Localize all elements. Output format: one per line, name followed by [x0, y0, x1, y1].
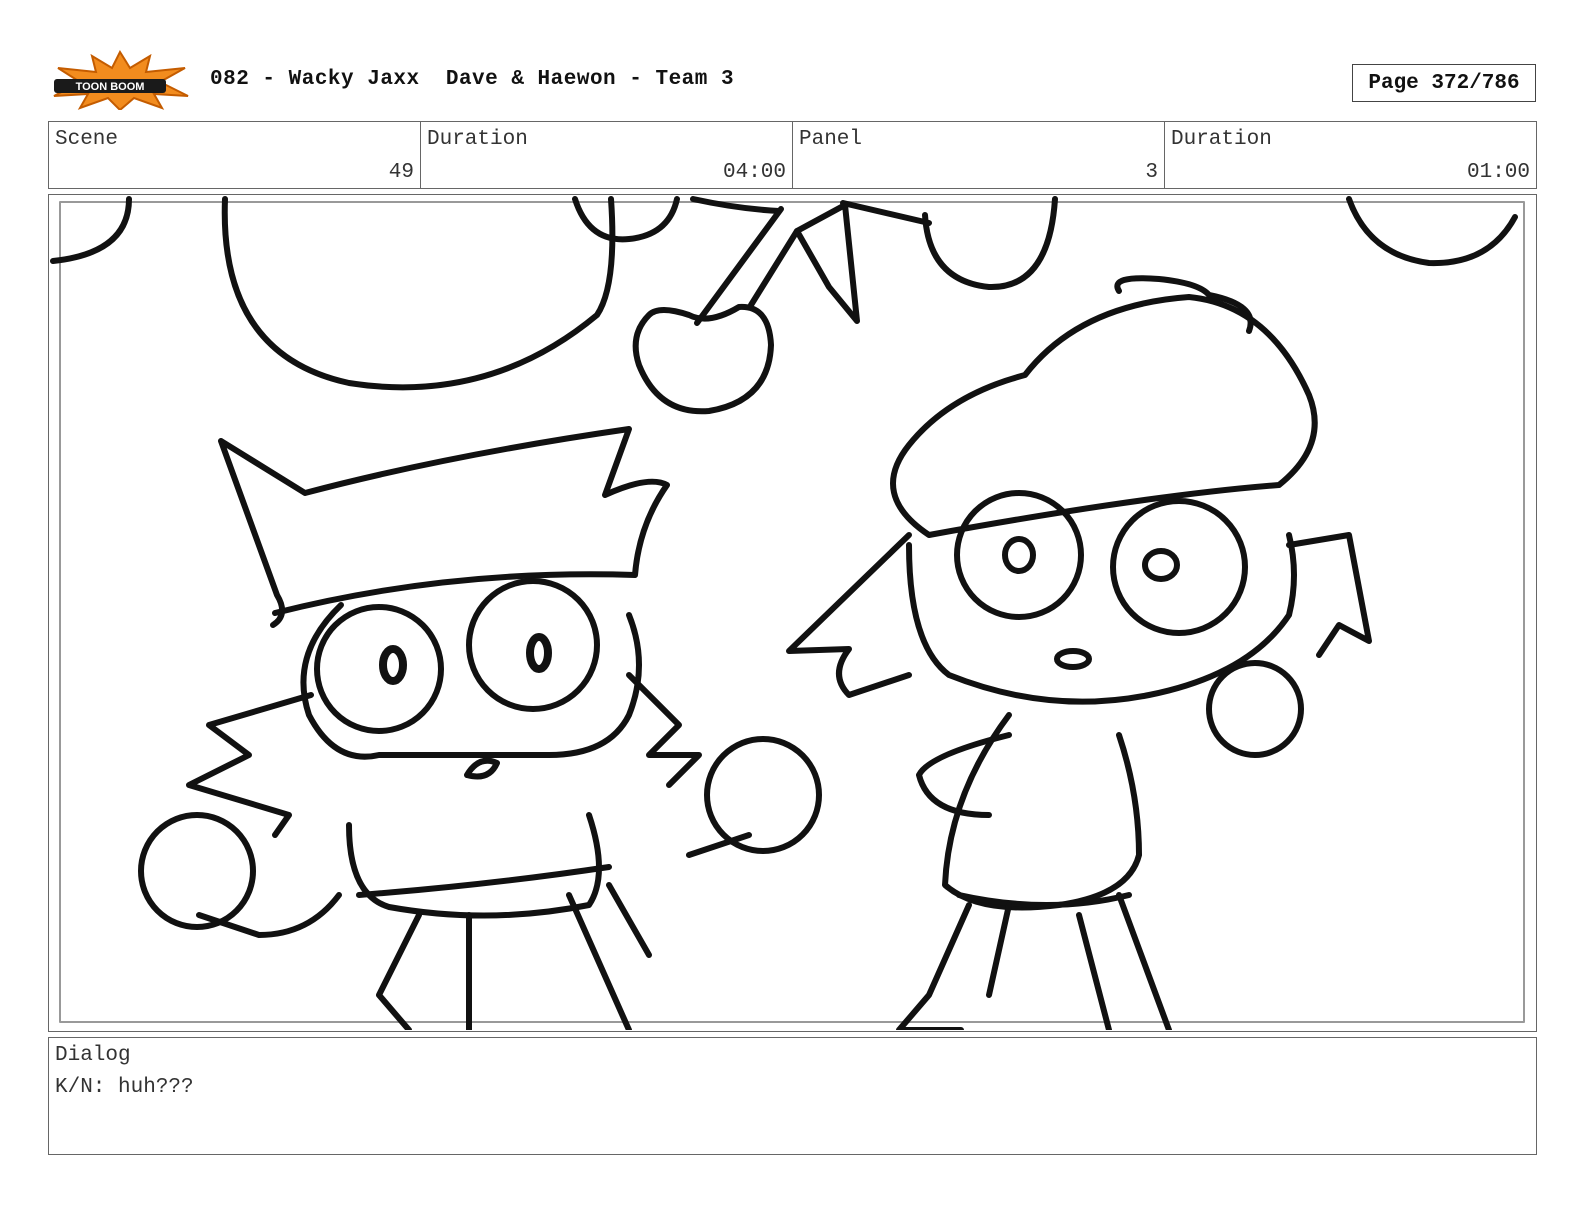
- document-title: 082 - Wacky Jaxx Dave & Haewon - Team 3: [210, 68, 735, 91]
- kid-right-pupil-right: [1142, 548, 1180, 582]
- panel-duration-label: Duration: [1171, 128, 1272, 151]
- dialog-box: Dialog K/N: huh???: [48, 1037, 1537, 1155]
- kid-left-lens-left: [314, 604, 444, 734]
- panel-label: Panel: [799, 128, 863, 151]
- dialog-text: K/N: huh???: [55, 1076, 194, 1099]
- kid-left-pupil-right: [526, 633, 552, 673]
- kid-left-belt: [356, 864, 612, 898]
- kid-left-body: [346, 812, 602, 919]
- kid-right-fist: [1206, 660, 1304, 758]
- kid-right-legs: [896, 892, 1172, 1030]
- panel-value: 3: [1145, 161, 1158, 184]
- panel-cell: Panel 3: [793, 122, 1165, 188]
- kid-left-hair-right: [626, 672, 702, 788]
- bg-circle-big: [221, 196, 616, 391]
- kid-right-face: [906, 532, 1297, 705]
- kid-left-legs: [376, 882, 652, 1030]
- cherry-ball: [632, 303, 774, 415]
- page-number: Page 372/786: [1352, 64, 1536, 102]
- kid-right-mouth: [1054, 648, 1092, 670]
- kid-left-hat: [218, 426, 670, 628]
- panel-duration-cell: Duration 01:00: [1165, 122, 1536, 188]
- kid-left-fist-right: [704, 736, 822, 854]
- kid-left-fist-left: [138, 812, 256, 930]
- dialog-label: Dialog: [55, 1044, 131, 1067]
- panel-sketch: [50, 196, 1525, 1030]
- panel-duration-value: 01:00: [1466, 161, 1530, 184]
- kid-left-mouth: [464, 757, 500, 780]
- bg-circle-right: [1346, 196, 1518, 267]
- kid-left-pupil-left: [379, 645, 407, 685]
- kid-right-pupil-left: [1002, 536, 1036, 574]
- toon-boom-logo: TOON BOOM: [50, 49, 190, 112]
- kid-right-lens-left: [954, 490, 1084, 620]
- scene-duration-label: Duration: [427, 128, 528, 151]
- bg-star-line: [840, 200, 932, 226]
- logo-text: TOON BOOM: [76, 81, 145, 93]
- bg-star: [794, 202, 860, 324]
- bg-bump-1: [572, 196, 680, 243]
- scene-duration-value: 04:00: [722, 161, 786, 184]
- bg-arc-top: [690, 196, 782, 214]
- info-bar: Scene 49 Duration 04:00 Panel 3 Duration…: [48, 121, 1537, 189]
- storyboard-panel: [48, 194, 1537, 1032]
- scene-value: 49: [388, 161, 414, 184]
- bg-circle-left: [50, 196, 132, 264]
- bg-bump-2: [922, 196, 1058, 291]
- kid-right-hair-left: [786, 532, 912, 698]
- scene-duration-cell: Duration 04:00: [421, 122, 793, 188]
- scene-label: Scene: [55, 128, 119, 151]
- scene-cell: Scene 49: [49, 122, 421, 188]
- kid-right-hair-right: [1286, 532, 1372, 658]
